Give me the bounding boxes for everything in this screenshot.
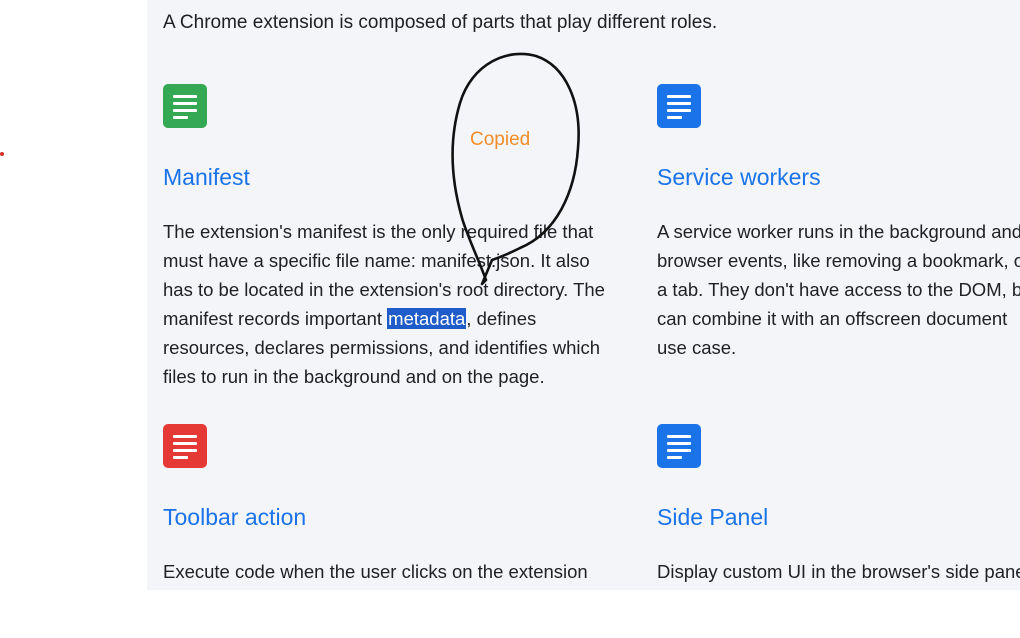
body-line: Execute code when the user clicks on the… [163,561,588,582]
body-line: a tab. They don't have access to the DOM… [657,279,1020,300]
body-line: The extension's manifest is the only req… [163,221,594,242]
side-panel-title-link[interactable]: Side Panel [657,504,768,531]
side-panel-description: Display custom UI in the browser's side … [657,557,1020,586]
card-side-panel: Side Panel Display custom UI in the brow… [657,424,1020,582]
body-line: must have a specific file name: manifest… [163,250,590,271]
service-workers-title-link[interactable]: Service workers [657,164,821,191]
service-workers-description: A service worker runs in the background … [657,217,1020,362]
body-line: use case. [657,337,737,358]
toolbar-action-title-link[interactable]: Toolbar action [163,504,306,531]
card-toolbar-action: Toolbar action Execute code when the use… [163,424,633,582]
body-line-with-selection: manifest records important metadata, def… [163,304,643,333]
manifest-title-link[interactable]: Manifest [163,164,250,191]
card-manifest: Manifest The extension's manifest is the… [163,84,633,387]
text-after-selection: , defines [466,308,537,329]
stray-red-dot [0,152,4,156]
toolbar-action-description: Execute code when the user clicks on the… [163,557,643,586]
screenshot-canvas: A Chrome extension is composed of parts … [0,0,1020,638]
body-line: files to run in the background and on th… [163,366,545,387]
document-icon [657,424,701,468]
document-icon [657,84,701,128]
text-before-selection: manifest records important [163,308,388,329]
body-line: can combine it with an offscreen documen… [657,308,1008,329]
copied-label: Copied [470,129,531,150]
document-icon [163,84,207,128]
manifest-description: The extension's manifest is the only req… [163,217,643,391]
body-line: has to be located in the extension's roo… [163,279,605,300]
docs-content-panel: A Chrome extension is composed of parts … [147,0,1020,590]
body-line: Display custom UI in the browser's side … [657,561,1020,582]
selected-text-metadata[interactable]: metadata [387,308,467,329]
card-service-workers: Service workers A service worker runs in… [657,84,1020,358]
body-line: resources, declares permissions, and ide… [163,337,601,358]
document-icon [163,424,207,468]
body-line: A service worker runs in the background … [657,221,1020,242]
intro-paragraph: A Chrome extension is composed of parts … [163,12,718,33]
body-line: browser events, like removing a bookmark… [657,250,1020,271]
